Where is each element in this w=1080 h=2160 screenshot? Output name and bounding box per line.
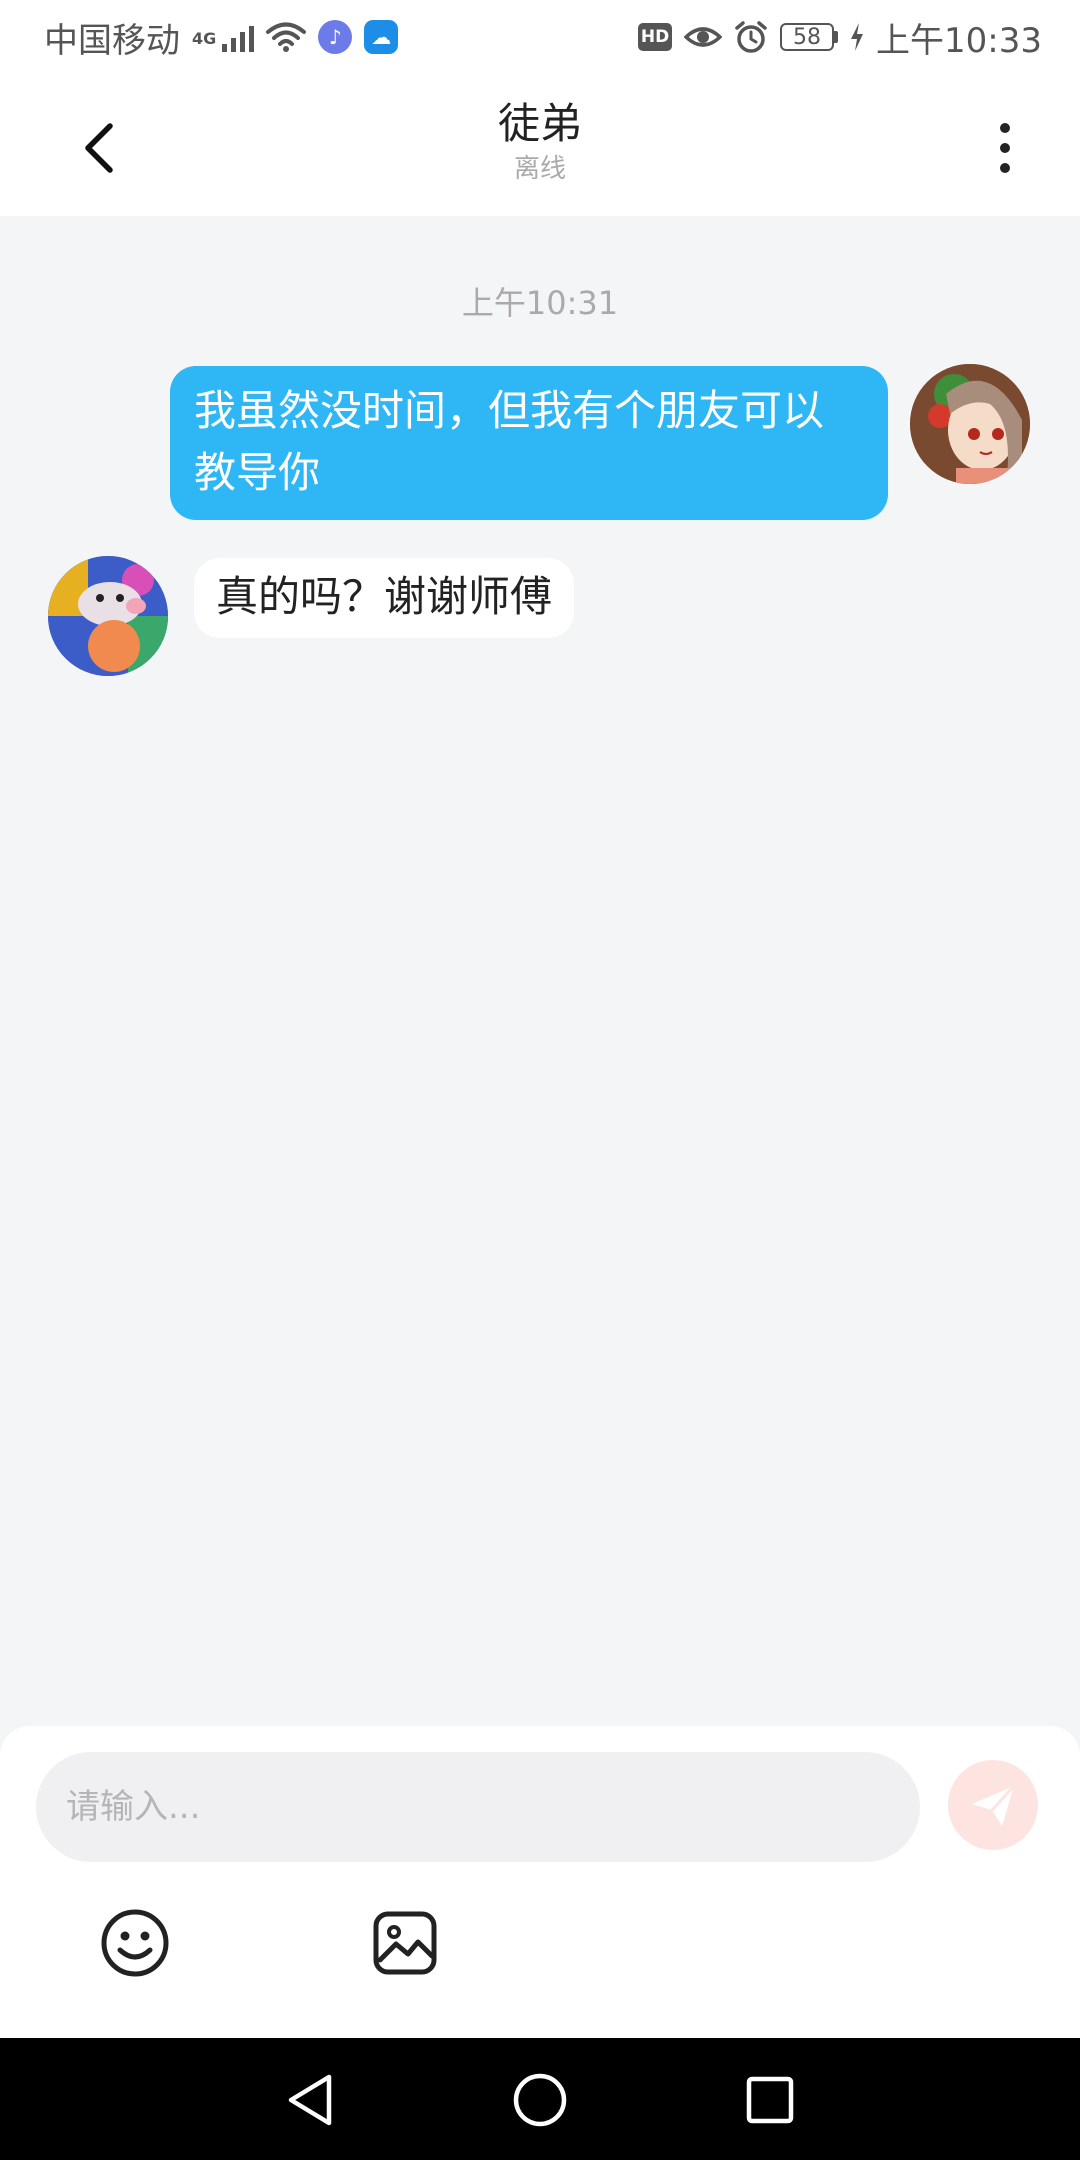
- contact-avatar[interactable]: [48, 556, 168, 676]
- image-icon: [373, 1911, 437, 1975]
- hd-icon: HD: [638, 23, 673, 51]
- carrier-name: 中国移动: [44, 20, 180, 61]
- contact-status: 离线: [513, 154, 566, 184]
- send-icon: [972, 1784, 1016, 1826]
- emoji-icon: [101, 1909, 169, 1977]
- nav-back-button[interactable]: [278, 2068, 342, 2132]
- music-app-icon: ♪: [318, 20, 353, 54]
- nav-home-icon: [513, 2073, 567, 2127]
- status-bar-left: 中国移动 4G ♪ ☁: [44, 13, 399, 62]
- more-options-button[interactable]: [970, 108, 1040, 188]
- message-input[interactable]: [36, 1752, 920, 1862]
- eye-icon: [684, 27, 723, 47]
- composer-panel: [0, 1726, 1080, 2038]
- chat-title: 徒弟: [497, 99, 582, 148]
- avatar-image: [910, 364, 1030, 484]
- image-button[interactable]: [368, 1906, 442, 1980]
- chat-header: 徒弟 离线: [0, 74, 1080, 216]
- emoji-button[interactable]: [98, 1906, 172, 1980]
- wifi-icon: [266, 22, 307, 52]
- charging-icon: [851, 23, 864, 51]
- title-block: 徒弟 离线: [0, 96, 1080, 186]
- nav-recent-button[interactable]: [738, 2068, 802, 2132]
- message-timestamp: 上午10:31: [461, 284, 619, 322]
- signal-icon: [222, 22, 255, 52]
- nav-back-icon: [288, 2074, 332, 2126]
- system-navigation-bar: [0, 2038, 1080, 2160]
- alarm-icon: [735, 21, 767, 53]
- nav-recent-icon: [746, 2076, 794, 2124]
- weather-app-icon: ☁: [364, 20, 399, 54]
- send-button[interactable]: [948, 1760, 1038, 1850]
- avatar-image: [48, 556, 168, 676]
- network-type: 4G: [192, 28, 217, 48]
- more-vertical-icon: [1000, 123, 1010, 173]
- nav-home-button[interactable]: [508, 2068, 572, 2132]
- status-bar-right: HD 58 上午10:33: [638, 13, 1042, 62]
- battery-icon: 58: [780, 23, 839, 51]
- message-bubble-received[interactable]: 真的吗？谢谢师傅: [194, 558, 575, 638]
- my-avatar[interactable]: [910, 364, 1030, 484]
- status-bar: 中国移动 4G ♪ ☁ HD 58 上午10:33: [0, 0, 1080, 74]
- clock-time: 上午10:33: [876, 20, 1042, 61]
- battery-level: 58: [780, 23, 835, 51]
- message-bubble-sent[interactable]: 我虽然没时间，但我有个朋友可以教导你: [170, 366, 888, 520]
